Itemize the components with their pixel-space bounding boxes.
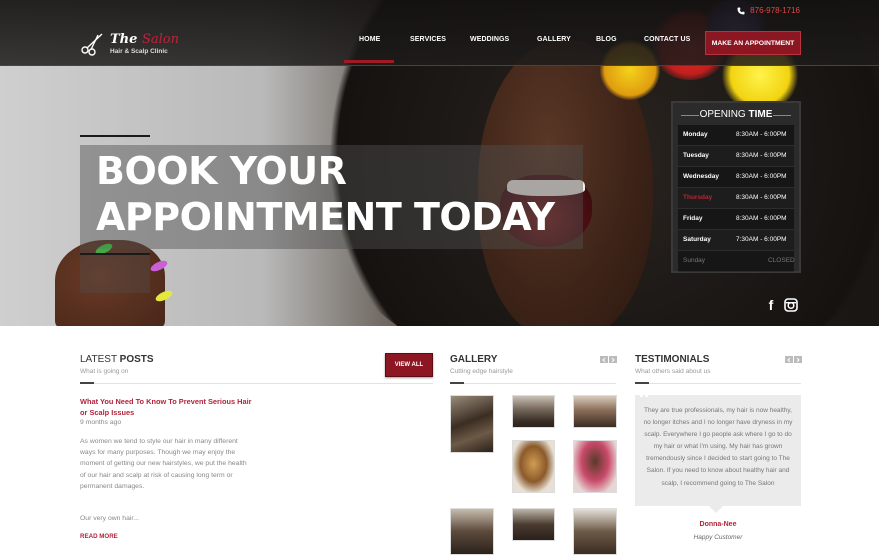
nav-contact-us[interactable]: CONTACT US bbox=[644, 36, 690, 43]
hours-time: CLOSED bbox=[768, 257, 795, 264]
headline-backdrop-tail bbox=[80, 249, 150, 293]
testimonials-prev-button[interactable] bbox=[785, 356, 793, 363]
brand-name-accent: Salon bbox=[141, 32, 179, 47]
testimonial-quote: They are true professionals, my hair is … bbox=[643, 407, 793, 487]
gallery-subtitle: Cutting edge hairstyle bbox=[450, 368, 513, 375]
hours-time: 8:30AM - 6:00PM bbox=[736, 173, 787, 180]
instagram-glyph bbox=[784, 298, 798, 312]
gallery-prev-button[interactable] bbox=[600, 356, 608, 363]
nav-gallery[interactable]: GALLERY bbox=[537, 36, 571, 43]
testimonials-subtitle: What others said about us bbox=[635, 368, 711, 375]
chevron-right-icon bbox=[611, 357, 615, 362]
gallery-thumbnail[interactable] bbox=[573, 508, 617, 555]
hours-day: Friday bbox=[683, 215, 703, 222]
post-excerpt-more: Our very own hair... bbox=[80, 515, 139, 522]
gallery-title: GALLERY bbox=[450, 354, 497, 365]
hours-time: 8:30AM - 6:00PM bbox=[736, 194, 787, 201]
gallery-thumbnail[interactable] bbox=[573, 395, 617, 428]
hero-headline: BOOK YOUR APPOINTMENT TODAY bbox=[96, 148, 555, 240]
post-title-link[interactable]: What You Need To Know To Prevent Serious… bbox=[80, 396, 255, 418]
gallery-thumbnail[interactable] bbox=[512, 440, 555, 493]
testimonials-carousel-controls bbox=[785, 356, 802, 363]
testimonial-author: Donna-Nee bbox=[699, 521, 737, 528]
nav-home[interactable]: HOME bbox=[359, 36, 380, 43]
hours-row: Monday 8:30AM - 6:00PM bbox=[678, 125, 794, 146]
gallery-carousel-controls bbox=[600, 356, 617, 363]
nav-services[interactable]: SERVICES bbox=[410, 36, 446, 43]
chevron-left-icon bbox=[602, 357, 606, 362]
nav-weddings[interactable]: WEDDINGS bbox=[470, 36, 509, 43]
site-logo[interactable]: The Salon Hair & Scalp Clinic bbox=[80, 30, 180, 60]
hours-day: Thursday bbox=[683, 194, 713, 201]
gallery-rule-accent bbox=[450, 382, 464, 384]
headline-rule-top bbox=[80, 135, 150, 137]
read-more-link[interactable]: READ MORE bbox=[80, 533, 118, 540]
brand-name-main: The bbox=[110, 32, 142, 47]
testimonials-title-text: TESTIMONIALS bbox=[635, 354, 710, 365]
view-all-button[interactable]: VIEW ALL bbox=[385, 353, 433, 377]
gallery-title-text: GALLERY bbox=[450, 354, 498, 365]
gallery-thumbnail[interactable] bbox=[512, 508, 555, 541]
testimonials-rule bbox=[635, 383, 801, 384]
hero-headline-line2: APPOINTMENT TODAY bbox=[96, 195, 555, 239]
phone-contact[interactable]: 876-978-1716 bbox=[737, 6, 800, 15]
testimonials-title: TESTIMONIALS bbox=[635, 354, 709, 365]
gallery-next-button[interactable] bbox=[609, 356, 617, 363]
nav-blog[interactable]: BLOG bbox=[596, 36, 617, 43]
instagram-icon[interactable] bbox=[782, 296, 800, 314]
opening-time-title-bold: TIME bbox=[748, 109, 773, 120]
testimonial-pointer bbox=[709, 506, 723, 513]
latest-posts-title-bold: POSTS bbox=[119, 354, 154, 365]
hours-row-today: Thursday 8:30AM - 6:00PM bbox=[678, 188, 794, 209]
latest-posts-rule-accent bbox=[80, 382, 94, 384]
latest-posts-title-light: LATEST bbox=[80, 354, 120, 365]
gallery-thumbnail[interactable] bbox=[450, 395, 494, 453]
hours-row: Wednesday 8:30AM - 6:00PM bbox=[678, 167, 794, 188]
nav-active-indicator bbox=[344, 60, 394, 63]
hours-time: 8:30AM - 6:00PM bbox=[736, 215, 787, 222]
opening-time-title: OPENING TIME bbox=[673, 109, 799, 120]
gallery-thumbnail[interactable] bbox=[450, 508, 494, 555]
hours-row: Tuesday 8:30AM - 6:00PM bbox=[678, 146, 794, 167]
hero-headline-line1: BOOK YOUR bbox=[96, 149, 347, 193]
phone-number: 876-978-1716 bbox=[750, 6, 800, 15]
facebook-icon[interactable]: f bbox=[762, 296, 780, 314]
gallery-thumbnail[interactable] bbox=[512, 395, 555, 428]
latest-posts-subtitle: What is going on bbox=[80, 368, 129, 375]
make-appointment-button[interactable]: MAKE AN APPOINTMENT bbox=[705, 31, 801, 55]
facebook-glyph: f bbox=[768, 297, 774, 313]
testimonials-next-button[interactable] bbox=[794, 356, 802, 363]
brand-name: The Salon bbox=[110, 32, 179, 47]
opening-time-title-light: OPENING bbox=[699, 109, 749, 120]
chevron-right-icon bbox=[796, 357, 800, 362]
gallery-rule bbox=[450, 383, 616, 384]
latest-posts-title: LATEST POSTS bbox=[80, 354, 154, 365]
hours-row-closed: Sunday CLOSED bbox=[678, 251, 795, 272]
testimonials-rule-accent bbox=[635, 382, 649, 384]
headline-rule-bottom bbox=[80, 253, 150, 255]
hours-time: 8:30AM - 6:00PM bbox=[736, 152, 787, 159]
hours-day: Wednesday bbox=[683, 173, 720, 180]
hours-time: 7:30AM - 6:00PM bbox=[736, 236, 787, 243]
testimonial-author-role: Happy Customer bbox=[693, 534, 743, 541]
hours-row: Saturday 7:30AM - 6:00PM bbox=[678, 230, 794, 251]
phone-icon bbox=[737, 7, 745, 14]
latest-posts-rule bbox=[80, 383, 433, 384]
scissors-icon bbox=[81, 33, 103, 56]
post-date: 9 months ago bbox=[80, 419, 122, 426]
gallery-thumbnail[interactable] bbox=[573, 440, 617, 493]
chevron-left-icon bbox=[787, 357, 791, 362]
hours-day: Tuesday bbox=[683, 152, 709, 159]
post-excerpt: As women we tend to style our hair in ma… bbox=[80, 438, 247, 490]
hours-day: Sunday bbox=[683, 257, 706, 264]
hours-day: Monday bbox=[683, 131, 708, 138]
hours-table: Monday 8:30AM - 6:00PM Tuesday 8:30AM - 6:… bbox=[678, 125, 795, 272]
hours-day: Saturday bbox=[683, 236, 711, 243]
opening-time-panel: OPENING TIME Monday 8:30AM - 6:00PM Tuesd… bbox=[671, 101, 801, 273]
hours-time: 8:30AM - 6:00PM bbox=[736, 131, 787, 138]
brand-tagline: Hair & Scalp Clinic bbox=[110, 48, 168, 55]
hours-row: Friday 8:30AM - 6:00PM bbox=[678, 209, 794, 230]
